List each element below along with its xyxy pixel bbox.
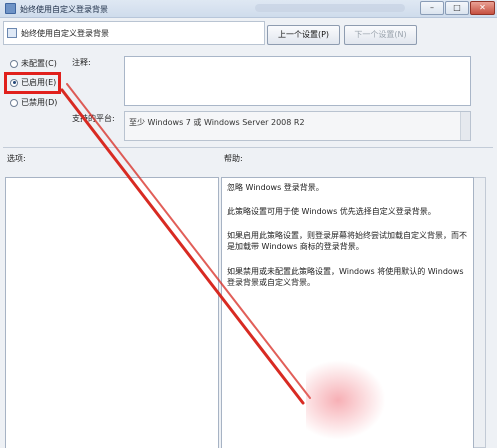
annotation-highlight-box — [4, 72, 61, 94]
policy-app-icon — [5, 3, 16, 14]
note-textarea[interactable] — [124, 56, 471, 106]
radio-disabled-label: 已禁用(D) — [21, 98, 58, 107]
watermark-blur — [306, 360, 386, 440]
radio-not-configured[interactable]: 未配置(C) — [10, 58, 57, 70]
radio-disabled-circle[interactable] — [10, 98, 18, 107]
policy-title: 始终使用自定义登录背景 — [21, 29, 109, 38]
platform-field: 至少 Windows 7 或 Windows Server 2008 R2 — [124, 111, 471, 141]
maximize-icon: □ — [453, 3, 461, 12]
platform-scrollbar[interactable] — [460, 112, 470, 140]
options-label: 选项: — [7, 154, 26, 163]
help-paragraph: 此策略设置可用于使 Windows 优先选择自定义登录背景。 — [227, 207, 436, 216]
window-title: 始终使用自定义登录背景 — [20, 5, 108, 14]
help-paragraph: 忽略 Windows 登录背景。 — [227, 183, 324, 192]
options-pane — [5, 177, 219, 448]
title-bar: 始终使用自定义登录背景 – □ ✕ — [0, 0, 497, 18]
help-paragraph: 如果启用此策略设置，则登录屏幕将始终尝试加载自定义背景，而不是加载带 Windo… — [227, 231, 467, 251]
radio-disabled[interactable]: 已禁用(D) — [10, 97, 57, 109]
help-label: 帮助: — [224, 154, 243, 163]
next-setting-button[interactable]: 下一个设置(N) — [344, 25, 417, 45]
policy-setting-icon — [7, 28, 17, 38]
close-icon: ✕ — [479, 3, 486, 12]
radio-not-configured-label: 未配置(C) — [21, 59, 57, 68]
minimize-button[interactable]: – — [420, 1, 444, 15]
policy-header: 始终使用自定义登录背景 — [3, 21, 265, 45]
section-divider — [3, 147, 493, 148]
maximize-button[interactable]: □ — [445, 1, 469, 15]
minimize-icon: – — [430, 3, 434, 12]
help-scrollbar[interactable] — [474, 177, 486, 448]
note-label: 注释: — [72, 58, 91, 67]
title-bar-blurred-area — [255, 4, 405, 12]
close-button[interactable]: ✕ — [470, 1, 495, 15]
help-paragraph: 如果禁用或未配置此策略设置，Windows 将使用默认的 Windows 登录背… — [227, 267, 464, 287]
platform-value: 至少 Windows 7 或 Windows Server 2008 R2 — [129, 118, 305, 127]
radio-not-configured-circle[interactable] — [10, 59, 18, 68]
platform-label: 支持的平台: — [72, 114, 115, 123]
previous-setting-button[interactable]: 上一个设置(P) — [267, 25, 340, 45]
